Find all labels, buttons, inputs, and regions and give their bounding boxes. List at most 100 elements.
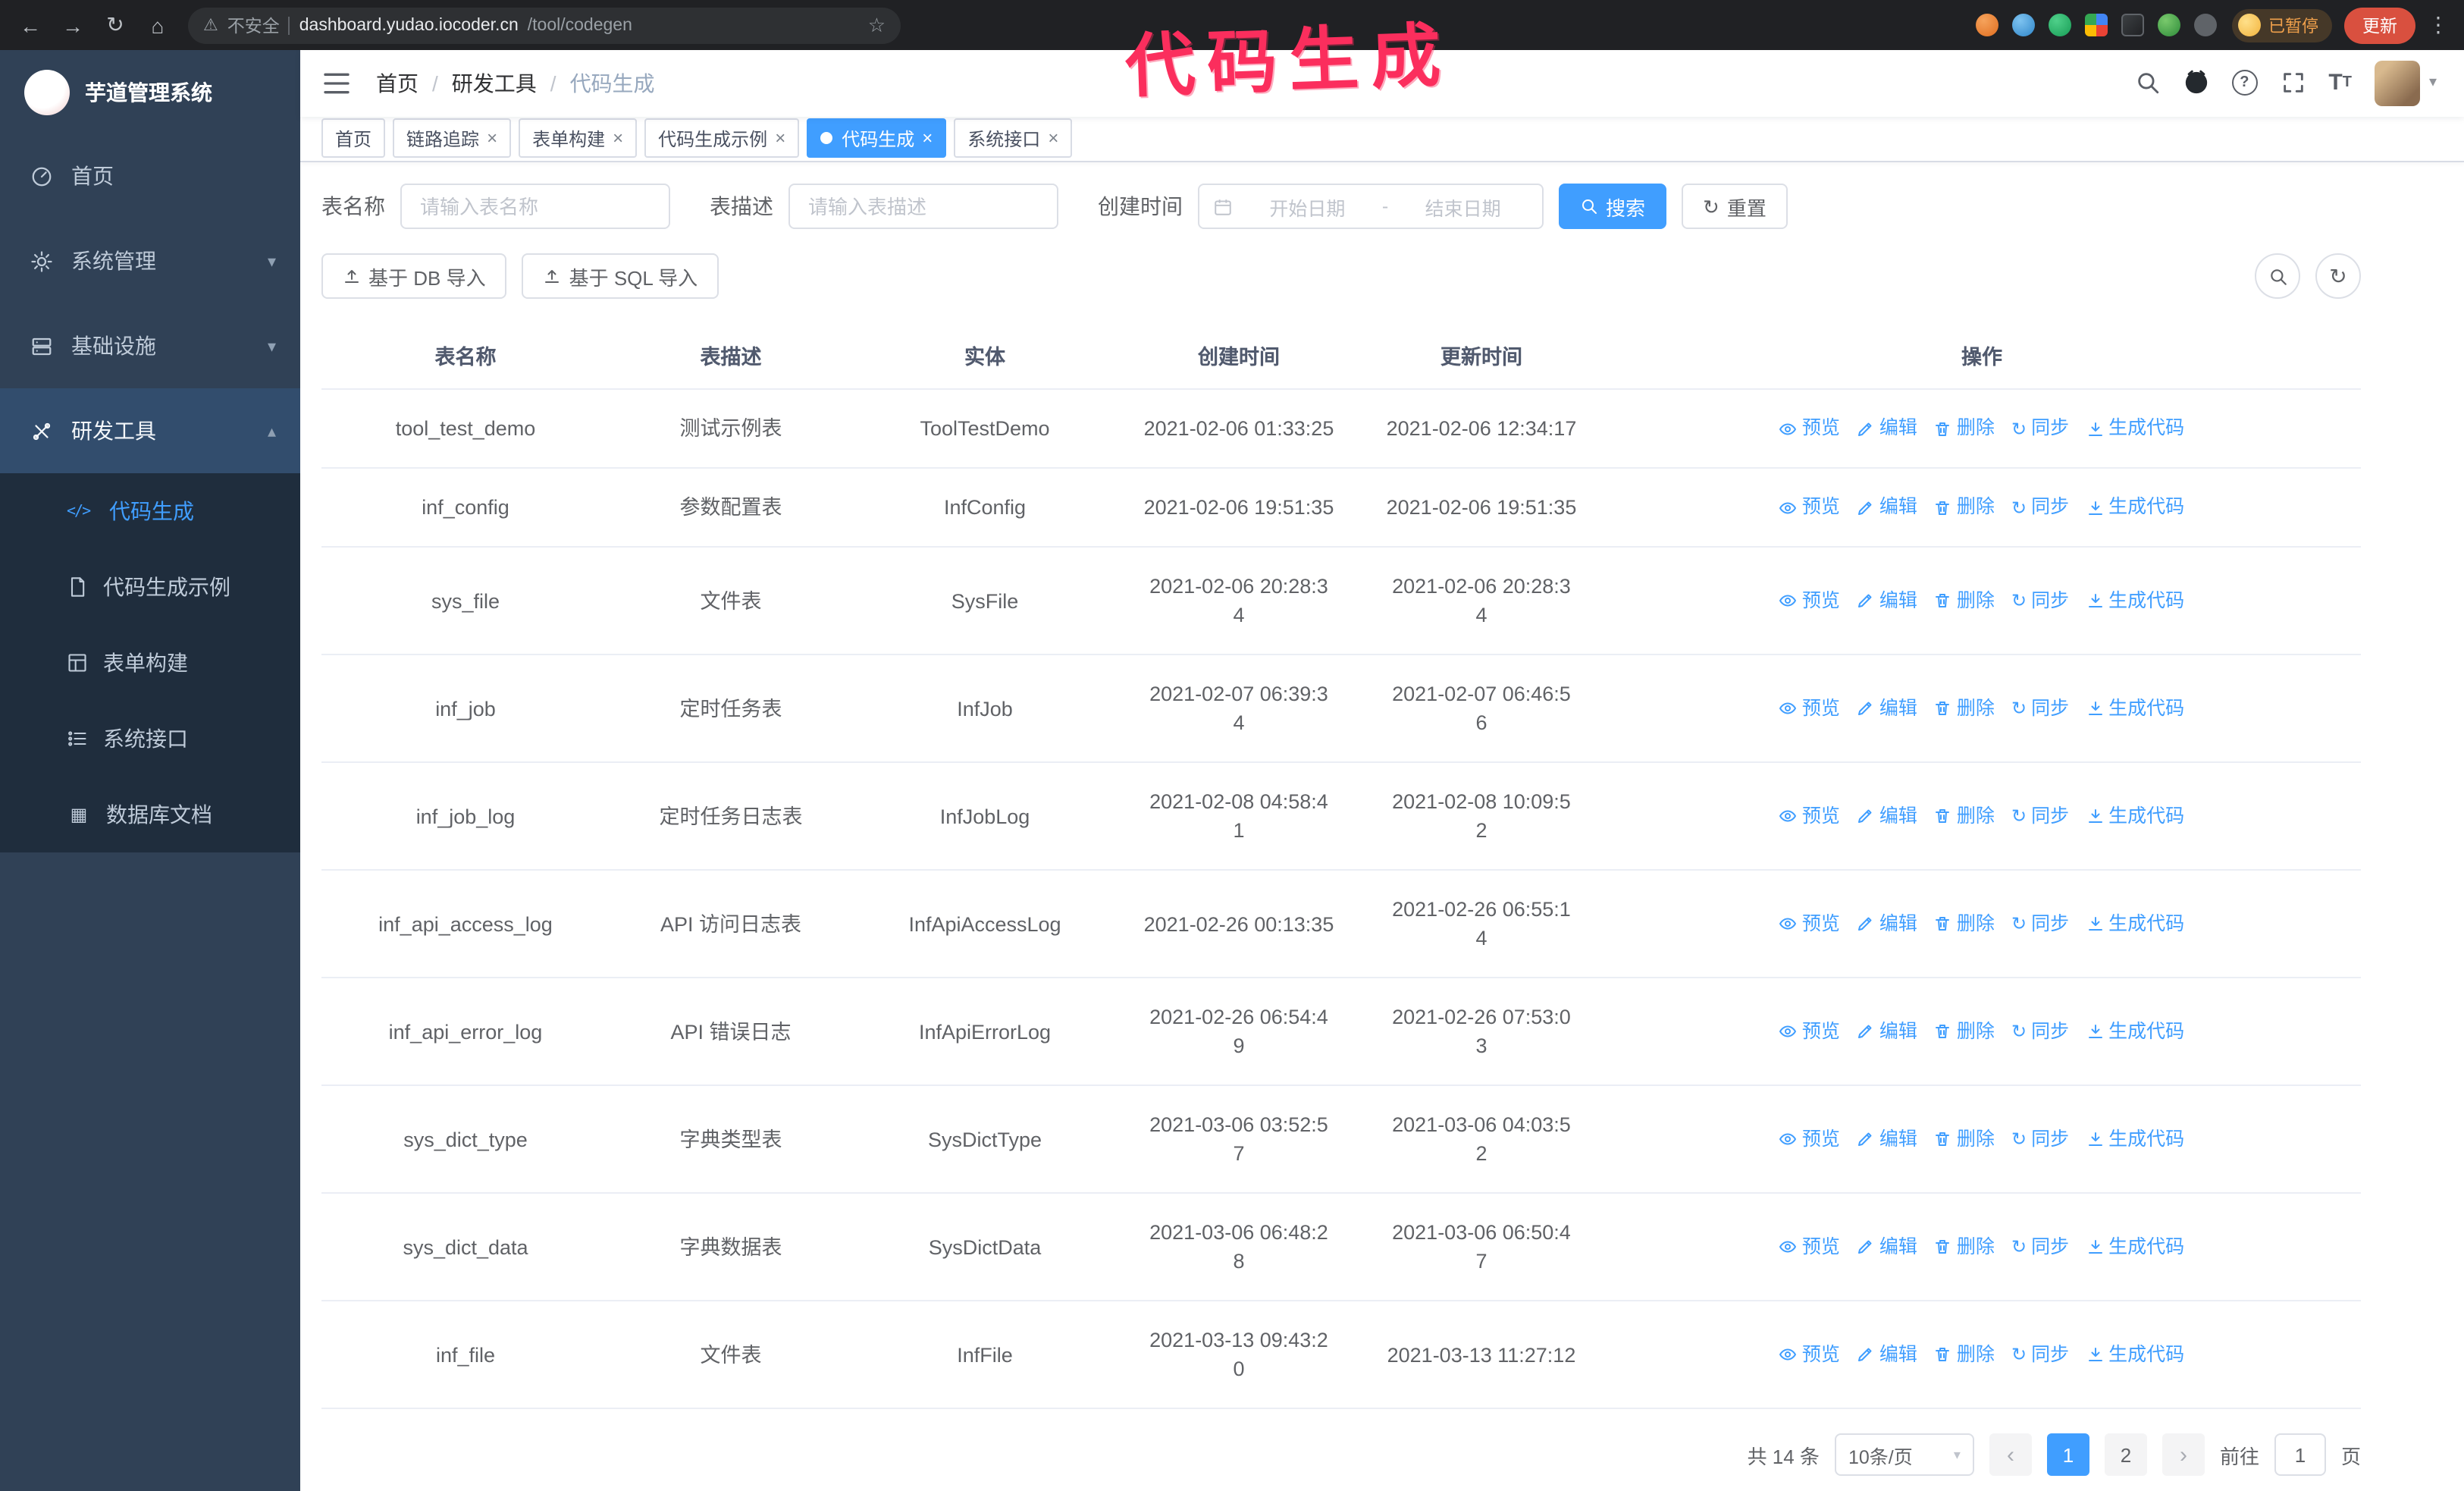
preview-link[interactable]: 预览: [1779, 694, 1840, 723]
preview-link[interactable]: 预览: [1779, 1125, 1840, 1154]
sync-link[interactable]: ↻ 同步: [2011, 586, 2069, 615]
page-button-2[interactable]: 2: [2104, 1433, 2147, 1476]
table-desc-input[interactable]: [788, 184, 1058, 229]
generate-code-link[interactable]: 生成代码: [2086, 1232, 2184, 1261]
hamburger-menu-icon[interactable]: [321, 68, 352, 99]
breadcrumb-devtools[interactable]: 研发工具: [452, 68, 537, 99]
sync-link[interactable]: ↻ 同步: [2011, 1232, 2069, 1261]
edit-link[interactable]: 编辑: [1857, 1232, 1917, 1261]
sync-link[interactable]: ↻ 同步: [2011, 909, 2069, 938]
edit-link[interactable]: 编辑: [1857, 694, 1917, 723]
help-icon[interactable]: ?: [2231, 70, 2258, 96]
next-page-button[interactable]: ›: [2161, 1433, 2205, 1476]
sidebar-item-db-doc[interactable]: ▦ 数据库文档: [0, 777, 300, 852]
header-search-icon[interactable]: [2134, 71, 2160, 96]
font-size-icon[interactable]: TT: [2328, 72, 2352, 95]
sidebar-item-devtools[interactable]: 研发工具 ▴: [0, 388, 300, 473]
edit-link[interactable]: 编辑: [1857, 586, 1917, 615]
sidebar-item-system[interactable]: 系统管理 ▾: [0, 218, 300, 303]
close-tab-icon[interactable]: ×: [922, 130, 933, 148]
edit-link[interactable]: 编辑: [1857, 1340, 1917, 1369]
generate-code-link[interactable]: 生成代码: [2086, 909, 2184, 938]
sidebar-item-home[interactable]: 首页: [0, 133, 300, 218]
preview-link[interactable]: 预览: [1779, 1340, 1840, 1369]
edit-link[interactable]: 编辑: [1857, 909, 1917, 938]
tab-codegen-demo[interactable]: 代码生成示例 ×: [644, 118, 800, 159]
forward-icon[interactable]: →: [55, 7, 91, 43]
sync-link[interactable]: ↻ 同步: [2011, 694, 2069, 723]
reset-button[interactable]: ↻ 重置: [1682, 184, 1788, 229]
v-green-extension-icon[interactable]: [2049, 14, 2071, 36]
preview-link[interactable]: 预览: [1779, 1232, 1840, 1261]
sidebar-item-codegen-demo[interactable]: 代码生成示例: [0, 549, 300, 625]
close-tab-icon[interactable]: ×: [775, 130, 785, 148]
prev-page-button[interactable]: ‹: [1989, 1433, 2032, 1476]
preview-link[interactable]: 预览: [1779, 586, 1840, 615]
tab-codegen[interactable]: 代码生成 ×: [807, 118, 947, 159]
page-button-1[interactable]: 1: [2046, 1433, 2089, 1476]
import-sql-button[interactable]: 基于 SQL 导入: [522, 253, 719, 299]
table-name-input[interactable]: [400, 184, 670, 229]
delete-link[interactable]: 删除: [1934, 414, 1995, 443]
address-bar[interactable]: ⚠ 不安全 dashboard.yudao.iocoder.cn/tool/co…: [188, 7, 901, 43]
sidebar-item-codegen[interactable]: </> 代码生成: [0, 473, 300, 549]
recorder-extension-icon[interactable]: [2121, 14, 2144, 36]
edit-link[interactable]: 编辑: [1857, 493, 1917, 522]
goto-page-input[interactable]: [2274, 1433, 2326, 1476]
generate-code-link[interactable]: 生成代码: [2086, 694, 2184, 723]
reload-icon[interactable]: ↻: [97, 7, 133, 43]
edit-link[interactable]: 编辑: [1857, 1017, 1917, 1046]
close-tab-icon[interactable]: ×: [1048, 130, 1058, 148]
generate-code-link[interactable]: 生成代码: [2086, 586, 2184, 615]
generate-code-link[interactable]: 生成代码: [2086, 493, 2184, 522]
sync-link[interactable]: ↻ 同步: [2011, 414, 2069, 443]
tab-home[interactable]: 首页: [321, 118, 386, 159]
leaf-extension-icon[interactable]: [2158, 14, 2180, 36]
browser-menu-icon[interactable]: ⋮: [2428, 12, 2449, 38]
home-icon[interactable]: ⌂: [140, 7, 176, 43]
generate-code-link[interactable]: 生成代码: [2086, 1125, 2184, 1154]
generate-code-link[interactable]: 生成代码: [2086, 1340, 2184, 1369]
preview-link[interactable]: 预览: [1779, 493, 1840, 522]
import-db-button[interactable]: 基于 DB 导入: [321, 253, 507, 299]
edit-link[interactable]: 编辑: [1857, 414, 1917, 443]
delete-link[interactable]: 删除: [1934, 1125, 1995, 1154]
edit-link[interactable]: 编辑: [1857, 1125, 1917, 1154]
github-icon[interactable]: [2183, 71, 2209, 96]
close-tab-icon[interactable]: ×: [487, 130, 497, 148]
delete-link[interactable]: 删除: [1934, 1017, 1995, 1046]
preview-link[interactable]: 预览: [1779, 414, 1840, 443]
sidebar-item-infra[interactable]: 基础设施 ▾: [0, 303, 300, 388]
delete-link[interactable]: 删除: [1934, 1232, 1995, 1261]
sync-link[interactable]: ↻ 同步: [2011, 1340, 2069, 1369]
generate-code-link[interactable]: 生成代码: [2086, 414, 2184, 443]
drop-extension-icon[interactable]: [2012, 14, 2035, 36]
paused-badge[interactable]: 已暂停: [2232, 8, 2332, 42]
close-tab-icon[interactable]: ×: [613, 130, 623, 148]
tab-form-builder[interactable]: 表单构建 ×: [519, 118, 638, 159]
delete-link[interactable]: 删除: [1934, 1340, 1995, 1369]
breadcrumb-home[interactable]: 首页: [376, 68, 419, 99]
fullscreen-icon[interactable]: [2280, 71, 2306, 96]
search-button[interactable]: 搜索: [1559, 184, 1667, 229]
sidebar-item-form-builder[interactable]: 表单构建: [0, 625, 300, 701]
fox-extension-icon[interactable]: [1976, 14, 1998, 36]
grid-extension-icon[interactable]: [2085, 14, 2108, 36]
sync-link[interactable]: ↻ 同步: [2011, 493, 2069, 522]
preview-link[interactable]: 预览: [1779, 1017, 1840, 1046]
delete-link[interactable]: 删除: [1934, 694, 1995, 723]
toggle-search-button[interactable]: [2255, 253, 2300, 299]
browser-update-button[interactable]: 更新: [2344, 7, 2415, 43]
delete-link[interactable]: 删除: [1934, 802, 1995, 830]
date-range-picker[interactable]: 开始日期 - 结束日期: [1198, 184, 1544, 229]
preview-link[interactable]: 预览: [1779, 909, 1840, 938]
sync-link[interactable]: ↻ 同步: [2011, 1017, 2069, 1046]
page-size-select[interactable]: 10条/页 ▾: [1834, 1433, 1974, 1476]
generate-code-link[interactable]: 生成代码: [2086, 802, 2184, 830]
delete-link[interactable]: 删除: [1934, 493, 1995, 522]
delete-link[interactable]: 删除: [1934, 909, 1995, 938]
sync-link[interactable]: ↻ 同步: [2011, 1125, 2069, 1154]
preview-link[interactable]: 预览: [1779, 802, 1840, 830]
sidebar-item-api[interactable]: 系统接口: [0, 701, 300, 777]
tab-tracing[interactable]: 链路追踪 ×: [393, 118, 512, 159]
